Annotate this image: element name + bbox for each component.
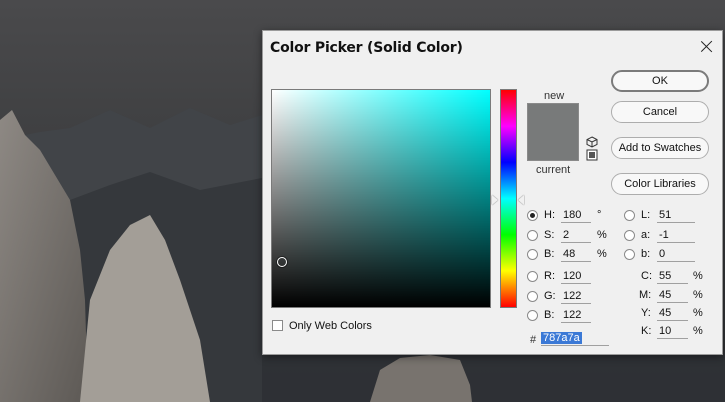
blue-label: B: — [544, 309, 555, 321]
only-web-colors-label: Only Web Colors — [289, 320, 372, 332]
black-row: K: 10 % — [624, 323, 719, 341]
hue-slider-left-handle[interactable] — [492, 195, 498, 205]
hue-unit: ° — [597, 209, 602, 221]
ok-button[interactable]: OK — [611, 70, 709, 92]
red-input[interactable]: 120 — [561, 269, 591, 284]
saturation-input[interactable]: 2 — [561, 228, 591, 243]
hue-label: H: — [544, 209, 555, 221]
hue-input[interactable]: 180 — [561, 208, 591, 223]
add-to-swatches-button[interactable]: Add to Swatches — [611, 137, 709, 159]
green-input[interactable]: 122 — [561, 289, 591, 304]
lab-b-row: b: 0 — [624, 246, 704, 264]
brightness-row: B: 48 % — [527, 246, 607, 264]
color-preview-swatch — [527, 103, 579, 161]
red-label: R: — [544, 270, 555, 282]
black-label: K: — [641, 325, 652, 337]
blue-radio[interactable] — [527, 310, 538, 321]
color-libraries-button[interactable]: Color Libraries — [611, 173, 709, 195]
cyan-unit: % — [693, 270, 703, 282]
color-field[interactable] — [271, 89, 491, 308]
new-label: new — [544, 90, 565, 102]
color-field-marker[interactable] — [277, 257, 287, 267]
lab-l-radio[interactable] — [624, 210, 635, 221]
web-swatch-icon[interactable] — [586, 149, 598, 161]
hue-slider[interactable] — [500, 89, 517, 308]
hex-symbol: # — [530, 334, 537, 346]
brightness-input[interactable]: 48 — [561, 247, 591, 262]
cyan-row: C: 55 % — [624, 268, 719, 286]
lab-b-label: b: — [641, 248, 651, 260]
magenta-unit: % — [693, 289, 703, 301]
cancel-button[interactable]: Cancel — [611, 101, 709, 123]
lab-a-label: a: — [641, 229, 651, 241]
lab-b-radio[interactable] — [624, 249, 635, 260]
hue-slider-right-handle[interactable] — [518, 195, 524, 205]
only-web-colors-checkbox[interactable] — [272, 320, 283, 331]
close-icon[interactable] — [700, 39, 714, 53]
lab-a-row: a: -1 — [624, 227, 704, 245]
current-label: current — [536, 164, 571, 176]
brightness-label: B: — [544, 248, 555, 260]
lab-l-row: L: 51 — [624, 207, 704, 225]
color-picker-dialog: Color Picker (Solid Color) new current O… — [262, 30, 723, 355]
saturation-row: S: 2 % — [527, 227, 607, 245]
blue-row: B: 122 — [527, 307, 607, 325]
lab-a-input[interactable]: -1 — [657, 228, 695, 243]
saturation-unit: % — [597, 229, 607, 241]
lab-a-radio[interactable] — [624, 230, 635, 241]
hex-input[interactable]: 787a7a — [541, 331, 609, 346]
yellow-row: Y: 45 % — [624, 305, 719, 323]
green-row: G: 122 — [527, 288, 607, 306]
black-input[interactable]: 10 — [657, 324, 688, 339]
saturation-label: S: — [544, 229, 555, 241]
new-color-swatch — [528, 104, 578, 132]
yellow-input[interactable]: 45 — [657, 306, 688, 321]
lab-l-label: L: — [641, 209, 651, 221]
hue-radio[interactable] — [527, 210, 538, 221]
blue-input[interactable]: 122 — [561, 308, 591, 323]
lab-l-input[interactable]: 51 — [657, 208, 695, 223]
lab-b-input[interactable]: 0 — [657, 247, 695, 262]
saturation-radio[interactable] — [527, 230, 538, 241]
red-radio[interactable] — [527, 271, 538, 282]
brightness-unit: % — [597, 248, 607, 260]
yellow-unit: % — [693, 307, 703, 319]
hex-value: 787a7a — [541, 332, 582, 344]
cyan-label: C: — [641, 270, 652, 282]
current-color-swatch[interactable] — [528, 132, 578, 160]
magenta-label: M: — [639, 289, 652, 301]
dialog-title: Color Picker (Solid Color) — [270, 40, 463, 56]
hue-row: H: 180 ° — [527, 207, 607, 225]
black-unit: % — [693, 325, 703, 337]
cube-icon[interactable] — [586, 136, 598, 148]
yellow-label: Y: — [641, 307, 651, 319]
cyan-input[interactable]: 55 — [657, 269, 688, 284]
green-radio[interactable] — [527, 291, 538, 302]
green-label: G: — [544, 290, 556, 302]
brightness-radio[interactable] — [527, 249, 538, 260]
red-row: R: 120 — [527, 268, 607, 286]
magenta-input[interactable]: 45 — [657, 288, 688, 303]
magenta-row: M: 45 % — [624, 287, 719, 305]
